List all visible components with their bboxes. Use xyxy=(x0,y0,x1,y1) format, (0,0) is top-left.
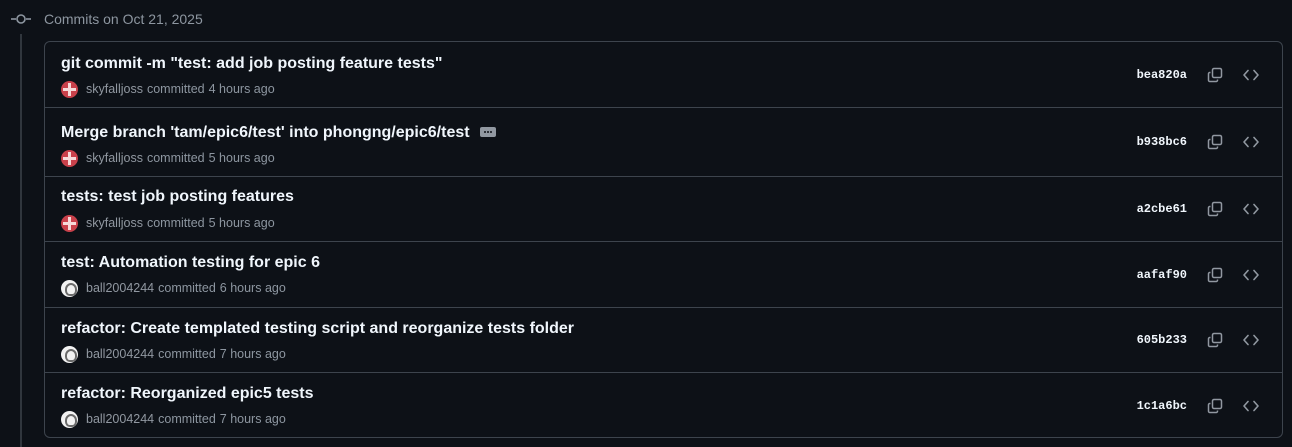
copy-sha-button[interactable] xyxy=(1201,261,1229,289)
browse-repo-button[interactable] xyxy=(1237,195,1265,223)
code-icon xyxy=(1243,334,1259,346)
commit-sha-link[interactable]: a2cbe61 xyxy=(1137,202,1187,216)
author-avatar[interactable] xyxy=(61,80,78,98)
commit-action-text: committed xyxy=(146,216,205,230)
copy-icon xyxy=(1207,267,1223,282)
commit-meta: ball2004244 committed 6 hours ago xyxy=(61,279,286,297)
commit-title-link[interactable]: test: Automation testing for epic 6 xyxy=(61,253,320,273)
commits-page: Commits on Oct 21, 2025 git commit -m "t… xyxy=(0,0,1292,447)
browse-repo-button[interactable] xyxy=(1237,326,1265,354)
commit-list: git commit -m "test: add job posting fea… xyxy=(44,41,1283,438)
commit-title-link[interactable]: refactor: Create templated testing scrip… xyxy=(61,319,574,339)
copy-sha-button[interactable] xyxy=(1201,392,1229,420)
author-avatar[interactable] xyxy=(61,345,78,363)
author-link[interactable]: ball2004244 xyxy=(86,347,154,361)
commit-meta: skyfalljoss committed 5 hours ago xyxy=(61,214,275,232)
copy-sha-button[interactable] xyxy=(1201,61,1229,89)
copy-sha-button[interactable] xyxy=(1201,326,1229,354)
author-link[interactable]: ball2004244 xyxy=(86,281,154,295)
copy-sha-button[interactable] xyxy=(1201,195,1229,223)
commit-title-link[interactable]: Merge branch 'tam/epic6/test' into phong… xyxy=(61,123,496,143)
commit-time: 6 hours ago xyxy=(219,281,286,295)
commit-sha-link[interactable]: 1c1a6bc xyxy=(1137,399,1187,413)
commit-row: tests: test job posting features skyfall… xyxy=(45,177,1282,242)
commit-time: 7 hours ago xyxy=(219,412,286,426)
commit-group-title: Commits on Oct 21, 2025 xyxy=(44,11,203,27)
commit-sha-link[interactable]: 605b233 xyxy=(1137,333,1187,347)
commit-meta: ball2004244 committed 7 hours ago xyxy=(61,345,286,363)
commit-time: 5 hours ago xyxy=(208,151,275,165)
commit-meta: skyfalljoss committed 4 hours ago xyxy=(61,80,275,98)
code-icon xyxy=(1243,269,1259,280)
commit-sha-link[interactable]: aafaf90 xyxy=(1137,268,1187,282)
row-actions: a2cbe61 xyxy=(1137,177,1282,241)
commit-title-link[interactable]: tests: test job posting features xyxy=(61,187,294,207)
code-icon xyxy=(1243,136,1259,148)
commit-title-text: Merge branch 'tam/epic6/test' into phong… xyxy=(61,124,470,141)
author-avatar[interactable] xyxy=(61,410,78,428)
commit-title-link[interactable]: refactor: Reorganized epic5 tests xyxy=(61,384,314,404)
timeline-line xyxy=(20,34,22,447)
commit-time: 5 hours ago xyxy=(208,216,275,230)
commit-action-text: committed xyxy=(158,412,216,426)
commit-row: test: Automation testing for epic 6 ball… xyxy=(45,242,1282,308)
copy-icon xyxy=(1207,67,1223,82)
commit-row: refactor: Create templated testing scrip… xyxy=(45,308,1282,373)
commit-meta: ball2004244 committed 7 hours ago xyxy=(61,410,286,428)
copy-icon xyxy=(1207,398,1223,413)
code-icon xyxy=(1243,69,1259,80)
author-avatar[interactable] xyxy=(61,149,78,167)
commit-row: git commit -m "test: add job posting fea… xyxy=(45,42,1282,108)
commit-sha-link[interactable]: bea820a xyxy=(1137,68,1187,82)
copy-sha-button[interactable] xyxy=(1201,128,1229,156)
commit-action-text: committed xyxy=(146,82,205,96)
browse-repo-button[interactable] xyxy=(1237,61,1265,89)
author-link[interactable]: ball2004244 xyxy=(86,412,154,426)
row-actions: b938bc6 xyxy=(1137,108,1282,176)
commit-action-text: committed xyxy=(158,281,216,295)
author-link[interactable]: skyfalljoss xyxy=(86,216,143,230)
commit-sha-link[interactable]: b938bc6 xyxy=(1137,135,1187,149)
commit-title-link[interactable]: git commit -m "test: add job posting fea… xyxy=(61,54,442,74)
author-link[interactable]: skyfalljoss xyxy=(86,151,143,165)
commit-action-text: committed xyxy=(158,347,216,361)
commit-row: Merge branch 'tam/epic6/test' into phong… xyxy=(45,108,1282,177)
commit-time: 7 hours ago xyxy=(219,347,286,361)
commit-action-text: committed xyxy=(146,151,205,165)
expand-description-button[interactable] xyxy=(479,127,496,137)
author-link[interactable]: skyfalljoss xyxy=(86,82,143,96)
copy-icon xyxy=(1207,201,1223,217)
commit-row: refactor: Reorganized epic5 tests ball20… xyxy=(45,373,1282,437)
code-icon xyxy=(1243,400,1259,411)
commit-time: 4 hours ago xyxy=(208,82,275,96)
code-icon xyxy=(1243,203,1259,215)
commit-group-header: Commits on Oct 21, 2025 xyxy=(0,0,1292,38)
browse-repo-button[interactable] xyxy=(1237,261,1265,289)
author-avatar[interactable] xyxy=(61,279,78,297)
browse-repo-button[interactable] xyxy=(1237,392,1265,420)
author-avatar[interactable] xyxy=(61,214,78,232)
row-actions: 1c1a6bc xyxy=(1137,373,1282,437)
copy-icon xyxy=(1207,332,1223,348)
commit-meta: skyfalljoss committed 5 hours ago xyxy=(61,149,275,167)
row-actions: aafaf90 xyxy=(1137,242,1282,307)
row-actions: 605b233 xyxy=(1137,308,1282,372)
row-actions: bea820a xyxy=(1137,42,1282,107)
copy-icon xyxy=(1207,134,1223,150)
browse-repo-button[interactable] xyxy=(1237,128,1265,156)
git-commit-icon xyxy=(11,14,31,24)
